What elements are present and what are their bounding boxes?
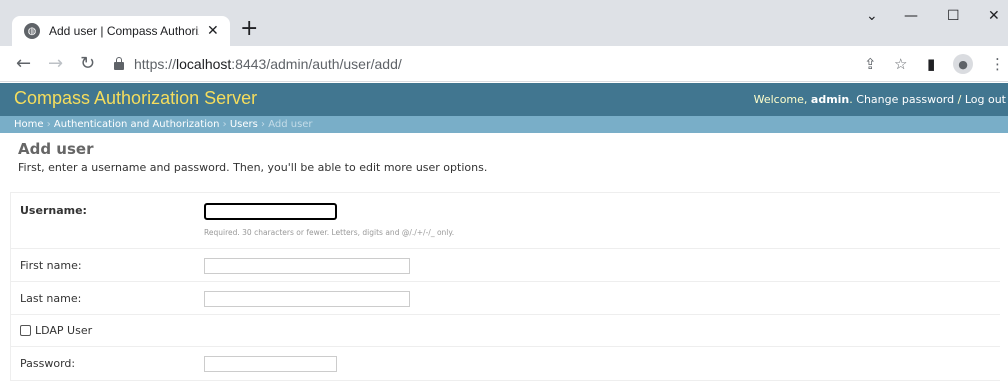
back-icon[interactable]: ←	[16, 52, 31, 76]
last-name-input[interactable]	[204, 291, 410, 307]
window-close-icon[interactable]: ✕	[988, 8, 1000, 24]
forward-icon[interactable]: →	[48, 52, 63, 76]
tab-search-icon[interactable]: ⌄	[866, 8, 878, 24]
breadcrumb-current: Add user	[268, 119, 313, 130]
admin-header: Compass Authorization Server Welcome, ad…	[0, 83, 1008, 116]
browser-titlebar: ◍ Add user | Compass Authorizatio ✕ + ⌄ …	[0, 0, 1008, 46]
site-branding[interactable]: Compass Authorization Server	[14, 88, 257, 109]
tab-title: Add user | Compass Authorizatio	[49, 24, 199, 38]
breadcrumb-app[interactable]: Authentication and Authorization	[54, 119, 220, 130]
last-name-label: Last name:	[20, 292, 82, 305]
user-tools: Welcome, admin. Change password / Log ou…	[753, 93, 1006, 106]
lock-icon[interactable]	[114, 57, 124, 70]
new-tab-button[interactable]: +	[240, 18, 258, 40]
bookmark-star-icon[interactable]: ☆	[894, 56, 907, 72]
reload-icon[interactable]: ↻	[80, 52, 95, 76]
share-icon[interactable]: ⇪	[864, 56, 877, 72]
profile-icon[interactable]: ●	[953, 54, 973, 74]
password-label: Password:	[20, 357, 76, 370]
first-name-input[interactable]	[204, 258, 410, 274]
ldap-row: LDAP User	[11, 315, 1000, 347]
browser-tab[interactable]: ◍ Add user | Compass Authorizatio ✕	[12, 16, 230, 46]
username-help: Required. 30 characters or fewer. Letter…	[204, 228, 455, 237]
username-input[interactable]	[204, 203, 337, 220]
username-row: Username: Required. 30 characters or few…	[11, 193, 1000, 249]
page-intro: First, enter a username and password. Th…	[18, 161, 488, 174]
password-input[interactable]	[204, 356, 337, 372]
username-label: Username:	[20, 204, 87, 217]
ldap-user-checkbox[interactable]	[20, 325, 31, 336]
last-name-row: Last name:	[11, 282, 1000, 315]
change-password-link[interactable]: Change password	[856, 93, 954, 106]
password-row: Password:	[11, 347, 1000, 380]
first-name-label: First name:	[20, 259, 82, 272]
breadcrumb-home[interactable]: Home	[14, 119, 44, 130]
minimize-icon[interactable]: —	[904, 8, 918, 24]
menu-icon[interactable]: ⋮	[990, 56, 1005, 72]
breadcrumb: Home › Authentication and Authorization …	[0, 116, 1008, 133]
ldap-user-label[interactable]: LDAP User	[35, 324, 92, 337]
side-panel-icon[interactable]: ▮	[927, 56, 935, 72]
current-username: admin	[810, 93, 850, 106]
add-user-form: Username: Required. 30 characters or few…	[10, 192, 1000, 381]
breadcrumb-model[interactable]: Users	[230, 119, 258, 130]
address-bar[interactable]: https://localhost:8443/admin/auth/user/a…	[108, 51, 856, 77]
url-text: https://localhost:8443/admin/auth/user/a…	[134, 56, 402, 72]
browser-toolbar: ← → ↻ https://localhost:8443/admin/auth/…	[0, 46, 1008, 82]
main-content: Add user First, enter a username and pas…	[18, 140, 1008, 174]
globe-icon: ◍	[24, 23, 40, 39]
maximize-icon[interactable]: ☐	[947, 8, 960, 24]
log-out-link[interactable]: Log out	[965, 93, 1006, 106]
page-title: Add user	[18, 140, 94, 158]
tab-close-icon[interactable]: ✕	[207, 23, 219, 39]
first-name-row: First name:	[11, 249, 1000, 282]
